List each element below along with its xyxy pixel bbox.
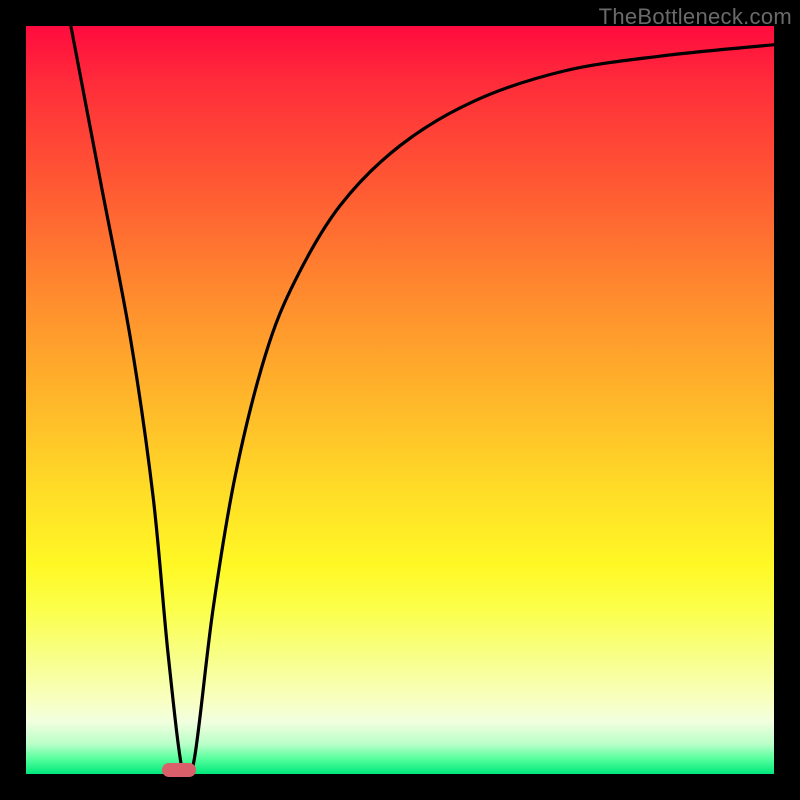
- watermark-text: TheBottleneck.com: [599, 4, 792, 30]
- chart-container: TheBottleneck.com: [0, 0, 800, 800]
- curve-path: [71, 26, 774, 774]
- curve-svg: [26, 26, 774, 774]
- min-marker: [162, 763, 196, 777]
- plot-area: [26, 26, 774, 774]
